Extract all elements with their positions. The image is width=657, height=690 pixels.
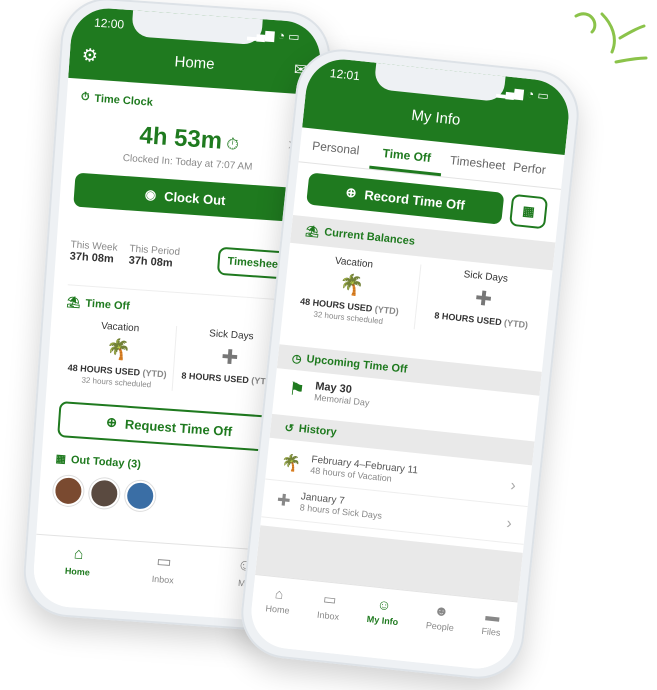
home-icon: ⌂ — [73, 545, 85, 564]
time-off-icon: ⛱ — [66, 296, 81, 310]
record-icon: ⊕ — [344, 184, 358, 201]
totals-row: This Week 37h 08m This Period 37h 08m Ti… — [69, 236, 293, 280]
time-clock-label: ⏱ Time Clock — [80, 90, 154, 109]
request-time-off-button[interactable]: ⊕ Request Time Off — [57, 401, 282, 453]
calculator-icon: ▦ — [521, 202, 536, 220]
palm-tree-icon: 🌴 — [280, 453, 302, 473]
vacation-card: Vacation 🌴 48 HOURS USED (YTD) 32 hours … — [282, 250, 421, 330]
tab-inbox[interactable]: ▭ Inbox — [151, 551, 175, 585]
status-time: 12:00 — [93, 15, 125, 32]
this-period: This Period 37h 08m — [128, 243, 181, 270]
vacation-card: Vacation 🌴 48 HOURS USED (YTD) 32 hours … — [60, 318, 177, 391]
out-today-avatars — [52, 474, 276, 520]
palm-tree-icon: 🌴 — [105, 338, 132, 362]
inbox-icon: ▭ — [155, 553, 173, 572]
time-off-section: ⛱ Time Off Vacation 🌴 48 HOURS USED (YTD… — [57, 284, 290, 453]
page-title: Home — [173, 53, 216, 73]
out-today-label: ▦ Out Today (3) — [55, 452, 142, 471]
calendar-icon: ▦ — [55, 452, 67, 466]
tab-timesheet[interactable]: Timesheet — [440, 142, 515, 183]
history-icon: ↺ — [284, 421, 295, 435]
avatar[interactable] — [88, 477, 121, 510]
balances-icon: ⛱ — [304, 224, 320, 239]
bandage-icon: ✚ — [276, 491, 292, 510]
balances-row: Vacation 🌴 48 HOURS USED (YTD) 32 hours … — [60, 318, 287, 398]
home-icon: ⌂ — [274, 585, 285, 602]
this-week: This Week 37h 08m — [69, 238, 118, 265]
out-today-section: ▦ Out Today (3) — [52, 452, 277, 520]
tab-time-off[interactable]: Time Off — [369, 134, 445, 177]
person-icon: ☺ — [376, 595, 393, 614]
avatar[interactable] — [52, 474, 85, 507]
timer-icon: ⏱ — [225, 136, 240, 154]
tab-files[interactable]: ▬ Files — [481, 607, 503, 638]
avatar[interactable] — [124, 479, 157, 512]
calculator-button[interactable]: ▦ — [509, 193, 549, 230]
tab-my-info[interactable]: ☺ My Info — [366, 595, 400, 627]
doodle-decoration — [574, 12, 648, 64]
clock-value: 4h 53m — [138, 121, 223, 155]
folder-icon: ▬ — [484, 607, 501, 625]
tab-performance[interactable]: Perfor — [511, 150, 564, 189]
tab-inbox[interactable]: ▭ Inbox — [317, 590, 342, 622]
status-time: 12:01 — [329, 66, 361, 84]
time-off-label: ⛱ Time Off — [66, 296, 131, 313]
clock-out-icon: ◉ — [144, 186, 157, 203]
chevron-right-icon: › — [505, 514, 513, 532]
sick-card: Sick Days ✚ 8 HOURS USED (YTD) — [414, 265, 552, 343]
flag-icon: ⚑ — [287, 378, 306, 400]
clock-out-button[interactable]: ◉ Clock Out — [73, 172, 298, 222]
tab-home[interactable]: ⌂ Home — [265, 584, 292, 616]
people-icon: ☻ — [433, 601, 450, 620]
chevron-right-icon: › — [509, 476, 517, 495]
request-icon: ⊕ — [105, 414, 118, 431]
tab-home[interactable]: ⌂ Home — [65, 545, 92, 577]
time-clock-section: ⏱ Time Clock 4h 53m ⏱ Clocked In: Today … — [69, 91, 303, 280]
tab-personal[interactable]: Personal — [299, 127, 374, 168]
inbox-icon: ▭ — [322, 590, 338, 608]
tab-people[interactable]: ☻ People — [425, 601, 456, 633]
upcoming-icon: ◷ — [291, 352, 303, 366]
clock-icon: ⏱ — [80, 90, 90, 104]
myinfo-screen: 12:01 ▂▄▆ ◔ ▭ My Info Personal Time Off … — [247, 55, 573, 673]
